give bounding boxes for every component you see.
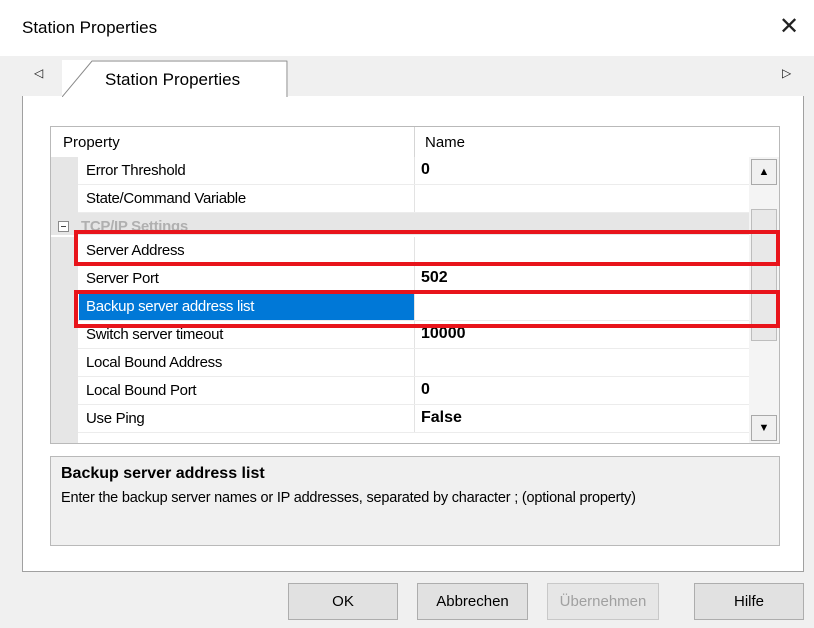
row-gutter — [51, 377, 78, 405]
property-value[interactable]: False — [421, 409, 462, 427]
column-separator — [414, 405, 415, 433]
chevron-right-icon[interactable]: ▷ — [782, 66, 791, 80]
chevron-left-icon[interactable]: ◁ — [34, 66, 43, 80]
scroll-up-icon[interactable]: ▲ — [751, 159, 777, 185]
station-properties-dialog: Station Properties ✕ ◁ ▷ Station Propert… — [0, 0, 814, 628]
grid-row-use-ping[interactable]: Use Ping False — [51, 405, 751, 433]
column-separator — [414, 127, 415, 157]
grid-row-partial — [51, 433, 751, 443]
highlight-box-server-address — [74, 230, 780, 266]
title-bar: Station Properties ✕ — [0, 0, 814, 56]
help-button[interactable]: Hilfe — [694, 583, 804, 620]
row-gutter — [51, 349, 78, 377]
row-gutter — [51, 157, 78, 185]
column-separator — [414, 349, 415, 377]
property-label: Server Port — [86, 270, 159, 287]
description-text: Enter the backup server names or IP addr… — [61, 490, 636, 506]
grid-row-server-port[interactable]: Server Port 502 — [51, 265, 751, 293]
property-grid: Property Name Error Threshold 0 State/Co… — [50, 126, 780, 444]
window-title: Station Properties — [22, 18, 158, 37]
cancel-button[interactable]: Abbrechen — [417, 583, 528, 620]
ok-button[interactable]: OK — [288, 583, 398, 620]
property-value[interactable]: 502 — [421, 269, 448, 287]
grid-row-error-threshold[interactable]: Error Threshold 0 — [51, 157, 751, 185]
tab-label: Station Properties — [105, 70, 241, 89]
column-header-property: Property — [63, 134, 120, 151]
description-title: Backup server address list — [61, 465, 265, 482]
property-label: Local Bound Port — [86, 382, 197, 399]
property-label: Switch server timeout — [86, 326, 224, 343]
column-header-name: Name — [425, 134, 466, 151]
column-separator — [414, 157, 415, 185]
grid-row-local-bound-port[interactable]: Local Bound Port 0 — [51, 377, 751, 405]
collapse-minus-icon[interactable] — [58, 221, 69, 232]
column-separator — [414, 377, 415, 405]
property-label: State/Command Variable — [86, 190, 246, 207]
row-gutter — [51, 433, 78, 443]
property-value[interactable]: 0 — [421, 381, 430, 399]
close-icon[interactable]: ✕ — [776, 14, 802, 40]
property-label: Error Threshold — [86, 162, 186, 179]
row-gutter — [51, 185, 78, 213]
property-label: Local Bound Address — [86, 354, 223, 371]
column-separator — [414, 185, 415, 213]
tab-station-properties[interactable]: Station Properties — [62, 60, 288, 97]
description-panel: Backup server address list Enter the bac… — [50, 456, 780, 546]
scroll-down-icon[interactable]: ▼ — [751, 415, 777, 441]
grid-row-state-command-variable[interactable]: State/Command Variable — [51, 185, 751, 213]
grid-header: Property Name — [51, 127, 779, 157]
apply-button[interactable]: Übernehmen — [547, 583, 659, 620]
row-gutter — [51, 265, 78, 293]
highlight-box-backup-server-address-list — [74, 290, 780, 328]
property-value[interactable]: 0 — [421, 161, 430, 179]
column-separator — [414, 265, 415, 293]
grid-row-local-bound-address[interactable]: Local Bound Address — [51, 349, 751, 377]
property-label: Use Ping — [86, 410, 145, 427]
row-gutter — [51, 405, 78, 433]
